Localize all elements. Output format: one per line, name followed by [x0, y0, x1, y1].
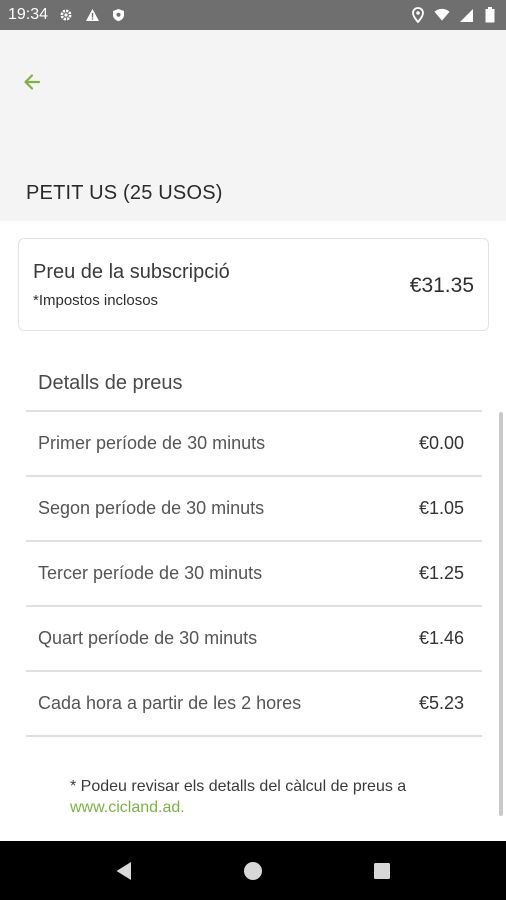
cicland-link[interactable]: www.cicland.ad.	[70, 797, 470, 818]
price-row: Primer període de 30 minuts €0.00	[26, 412, 482, 477]
price-row-label: Segon període de 30 minuts	[38, 498, 265, 518]
shield-icon	[110, 7, 126, 23]
arrow-back-icon	[22, 72, 42, 92]
warning-icon	[84, 7, 100, 23]
footnote-text: * Podeu revisar els detalls del càlcul d…	[70, 778, 407, 795]
price-row: Quart període de 30 minuts €1.46	[26, 607, 482, 672]
price-row-value: €1.05	[418, 498, 464, 518]
price-row: Tercer període de 30 minuts €1.25	[26, 542, 482, 607]
wifi-icon	[434, 7, 450, 23]
price-row: Cada hora a partir de les 2 hores €5.23	[26, 672, 482, 737]
scrollbar[interactable]	[499, 412, 503, 816]
recents-square-icon	[373, 862, 391, 880]
details-title: Detalls de preus	[38, 372, 183, 394]
battery-icon	[482, 7, 498, 23]
price-row-label: Cada hora a partir de les 2 hores	[38, 693, 302, 713]
price-row-value: €5.23	[418, 693, 464, 713]
status-bar: 19:34	[0, 0, 506, 30]
price-row-value: €1.25	[418, 563, 464, 583]
subscription-card: Preu de la subscripció *Impostos incloso…	[18, 238, 489, 331]
price-row: Segon període de 30 minuts €1.05	[26, 477, 482, 542]
price-row-label: Primer període de 30 minuts	[38, 433, 266, 453]
price-row-label: Quart període de 30 minuts	[38, 628, 258, 648]
tax-note: *Impostos inclosos	[33, 292, 159, 309]
nav-home-button[interactable]	[233, 851, 273, 891]
price-row-label: Tercer període de 30 minuts	[38, 563, 263, 583]
navigation-bar	[0, 841, 506, 900]
subscription-price: €31.35	[409, 274, 474, 297]
price-row-value: €1.46	[418, 628, 464, 648]
status-time: 19:34	[8, 6, 49, 23]
nav-recents-button[interactable]	[362, 851, 402, 891]
plan-title: PETIT US (25 USOS)	[26, 182, 223, 204]
home-circle-icon	[243, 861, 263, 881]
footnote: * Podeu revisar els detalls del càlcul d…	[70, 776, 470, 818]
nav-back-button[interactable]	[104, 851, 144, 891]
settings-icon	[58, 7, 74, 23]
header: PETIT US (25 USOS)	[0, 30, 506, 221]
signal-icon	[458, 7, 474, 23]
back-button[interactable]	[16, 66, 48, 98]
subscription-label: Preu de la subscripció	[33, 261, 230, 283]
back-triangle-icon	[115, 861, 133, 881]
price-details-list: Primer període de 30 minuts €0.00 Segon …	[26, 410, 482, 737]
price-row-value: €0.00	[418, 433, 464, 453]
location-icon	[410, 7, 426, 23]
